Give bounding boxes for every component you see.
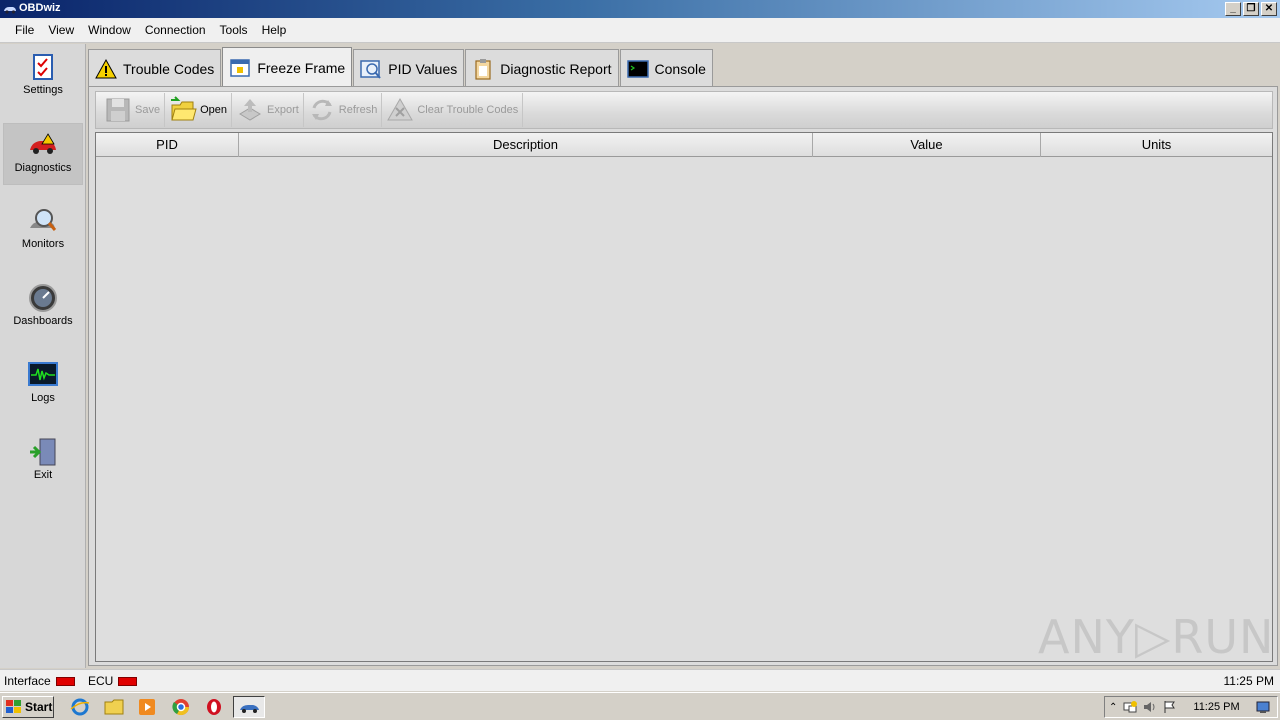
menu-connection[interactable]: Connection (138, 23, 213, 37)
menu-bar: File View Window Connection Tools Help (0, 18, 1280, 43)
windows-logo-icon (6, 700, 21, 713)
tray-clock[interactable]: 11:25 PM (1193, 701, 1239, 713)
column-header-value[interactable]: Value (813, 133, 1041, 157)
clear-trouble-codes-label: Clear Trouble Codes (417, 104, 519, 116)
tab-pid-values-label: PID Values (388, 60, 458, 77)
column-header-description[interactable]: Description (239, 133, 813, 157)
tab-strip: Trouble Codes Freeze Frame PID Values Di… (88, 47, 714, 87)
network-icon[interactable] (1123, 700, 1138, 714)
tab-diagnostic-report-label: Diagnostic Report (500, 60, 612, 77)
nav-dashboards[interactable]: Dashboards (3, 277, 83, 339)
ecu-status: ECU (88, 674, 138, 688)
magnifier-car-icon (30, 209, 57, 231)
nav-diagnostics[interactable]: Diagnostics (3, 123, 83, 185)
gauge-icon (29, 284, 57, 312)
tab-trouble-codes-label: Trouble Codes (123, 60, 215, 77)
floppy-disk-icon (106, 98, 130, 122)
refresh-button[interactable]: Refresh (304, 93, 383, 127)
exit-door-icon (30, 438, 56, 466)
magnifier-chart-icon (360, 59, 382, 79)
menu-file[interactable]: File (8, 23, 41, 37)
ecu-led (118, 676, 138, 686)
nav-settings[interactable]: Settings (3, 46, 83, 108)
car-warning-icon (30, 133, 56, 154)
interface-led (55, 676, 75, 686)
app-car-icon (4, 7, 16, 14)
action-center-flag-icon[interactable] (1163, 700, 1177, 714)
open-label: Open (200, 104, 227, 116)
obdwiz-car-icon (240, 705, 259, 713)
title-bar: OBDwiz _ ❐ ✕ (0, 0, 1280, 18)
table-header: PID Description Value Units (96, 133, 1272, 157)
nav-monitors[interactable]: Monitors (3, 200, 83, 262)
tab-pid-values[interactable]: PID Values (353, 49, 465, 87)
status-time: 11:25 PM (1223, 674, 1274, 688)
nav-monitors-label: Monitors (21, 238, 65, 250)
interface-label: Interface (4, 674, 51, 688)
minimize-button[interactable]: _ (1225, 2, 1241, 16)
tab-console-label: Console (654, 60, 706, 77)
tab-freeze-frame-label: Freeze Frame (257, 59, 346, 76)
taskbar: Start ⌃ 11:25 PM (0, 692, 1280, 720)
restore-button[interactable]: ❐ (1243, 2, 1259, 16)
tab-console[interactable]: Console (619, 49, 713, 87)
tab-diagnostic-report[interactable]: Diagnostic Report (465, 49, 619, 87)
nav-logs[interactable]: Logs (3, 354, 83, 416)
terminal-icon (626, 59, 649, 78)
media-player-icon[interactable] (136, 697, 158, 717)
folder-open-icon (171, 96, 197, 121)
start-label: Start (25, 700, 53, 714)
explorer-folder-icon[interactable] (103, 697, 125, 717)
taskbar-obdwiz-button[interactable] (233, 696, 265, 718)
nav-logs-label: Logs (31, 392, 55, 404)
column-header-pid[interactable]: PID (96, 133, 239, 157)
nav-settings-label: Settings (23, 84, 63, 96)
ie-icon[interactable] (69, 697, 91, 717)
export-button[interactable]: Export (232, 93, 304, 127)
start-button[interactable]: Start (2, 696, 54, 718)
system-tray: ⌃ 11:25 PM (1104, 696, 1278, 718)
tab-freeze-frame[interactable]: Freeze Frame (222, 47, 353, 87)
column-header-units[interactable]: Units (1041, 133, 1272, 157)
nav-diagnostics-label: Diagnostics (14, 162, 72, 174)
tab-trouble-codes[interactable]: Trouble Codes (88, 49, 222, 87)
waveform-icon (28, 362, 58, 386)
warning-icon (95, 58, 117, 78)
menu-view[interactable]: View (41, 23, 81, 37)
clear-trouble-codes-button[interactable]: Clear Trouble Codes (382, 93, 524, 127)
menu-help[interactable]: Help (255, 23, 294, 37)
refresh-icon (311, 99, 332, 121)
ecu-label: ECU (88, 674, 114, 688)
close-button[interactable]: ✕ (1261, 2, 1277, 16)
show-desktop-icon[interactable] (1256, 700, 1270, 714)
freeze-frame-panel: Save Open Export Refresh Clear Trouble C… (88, 86, 1278, 666)
nav-exit[interactable]: Exit (3, 431, 83, 493)
volume-icon[interactable] (1143, 700, 1157, 714)
nav-exit-label: Exit (33, 469, 53, 481)
show-hidden-icons-icon[interactable]: ⌃ (1109, 702, 1117, 713)
menu-window[interactable]: Window (81, 23, 138, 37)
nav-dashboards-label: Dashboards (13, 315, 73, 327)
interface-status: Interface (4, 674, 75, 688)
chrome-icon[interactable] (170, 697, 192, 717)
refresh-label: Refresh (338, 104, 378, 116)
window-title: OBDwiz (19, 2, 61, 14)
export-icon (239, 99, 261, 121)
opera-icon[interactable] (203, 697, 225, 717)
save-button[interactable]: Save (100, 93, 166, 127)
clipboard-icon (475, 58, 491, 80)
status-bar: Interface ECU 11:25 PM (0, 669, 1280, 691)
save-label: Save (135, 104, 161, 116)
checklist-icon (33, 54, 53, 80)
export-label: Export (267, 104, 299, 116)
left-nav: Settings Diagnostics Monitors Dashboards… (0, 44, 86, 668)
anyrun-watermark: ANY▷RUN (1038, 610, 1275, 664)
calendar-icon (230, 58, 251, 77)
freeze-frame-table[interactable]: PID Description Value Units (95, 132, 1273, 662)
menu-tools[interactable]: Tools (213, 23, 255, 37)
toolbar: Save Open Export Refresh Clear Trouble C… (95, 91, 1273, 129)
clear-warning-icon (387, 97, 414, 121)
open-button[interactable]: Open (165, 93, 232, 127)
